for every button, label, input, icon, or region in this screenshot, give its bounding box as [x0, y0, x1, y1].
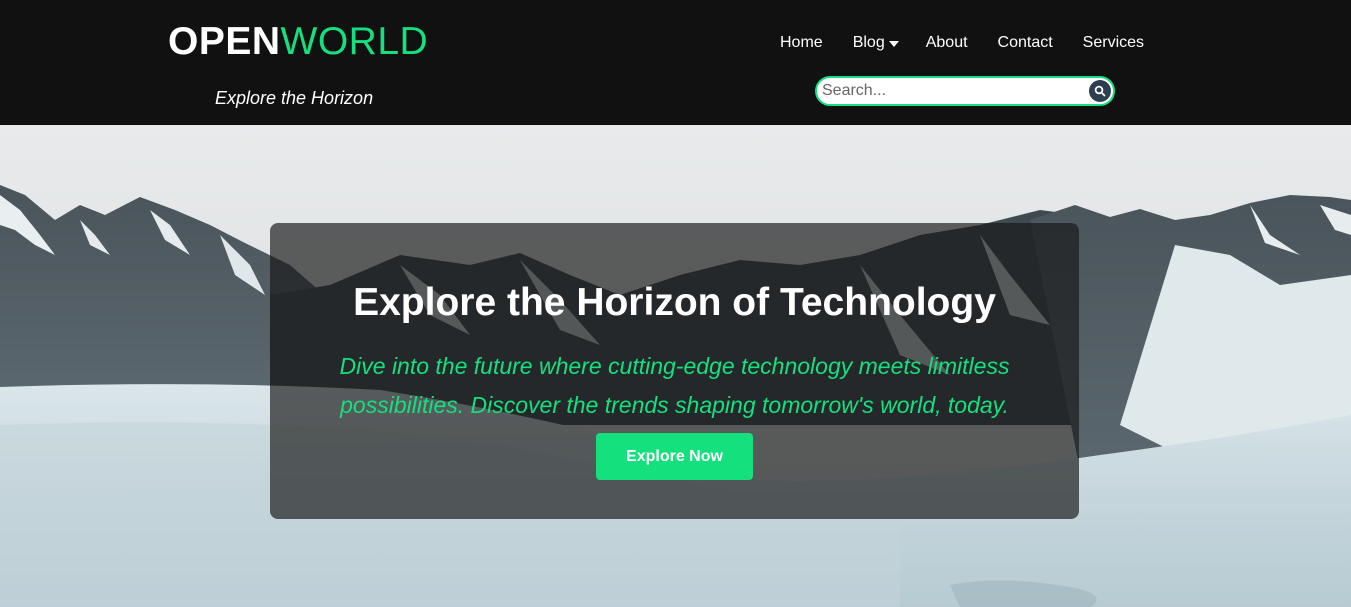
site-logo[interactable]: OPENWORLD [168, 20, 428, 64]
explore-now-button[interactable]: Explore Now [596, 433, 753, 480]
nav-item-services[interactable]: Services [1083, 33, 1144, 53]
search-input[interactable] [817, 82, 1077, 100]
site-header: OPENWORLD Explore the Horizon Home Blog … [0, 0, 1351, 125]
logo-text-world: WORLD [280, 20, 429, 63]
nav-item-contact[interactable]: Contact [998, 33, 1053, 53]
search-icon [1094, 85, 1106, 97]
caret-down-icon [888, 40, 899, 47]
search-button[interactable] [1089, 80, 1111, 102]
site-tagline: Explore the Horizon [215, 88, 374, 108]
nav-item-blog[interactable]: Blog [853, 33, 899, 53]
logo-text-open: OPEN [168, 20, 281, 63]
search-box [815, 76, 1115, 106]
nav-item-about[interactable]: About [926, 33, 968, 53]
hero-section: Explore the Horizon of Technology Dive i… [0, 125, 1351, 607]
nav-item-home[interactable]: Home [780, 33, 823, 53]
nav-item-blog-label: Blog [852, 34, 885, 51]
hero-title: Explore the Horizon of Technology [353, 281, 996, 324]
hero-subtitle: Dive into the future where cutting-edge … [339, 353, 1010, 418]
hero-card: Explore the Horizon of Technology Dive i… [270, 223, 1079, 519]
main-nav: Home Blog About Contact Services [780, 33, 1144, 53]
